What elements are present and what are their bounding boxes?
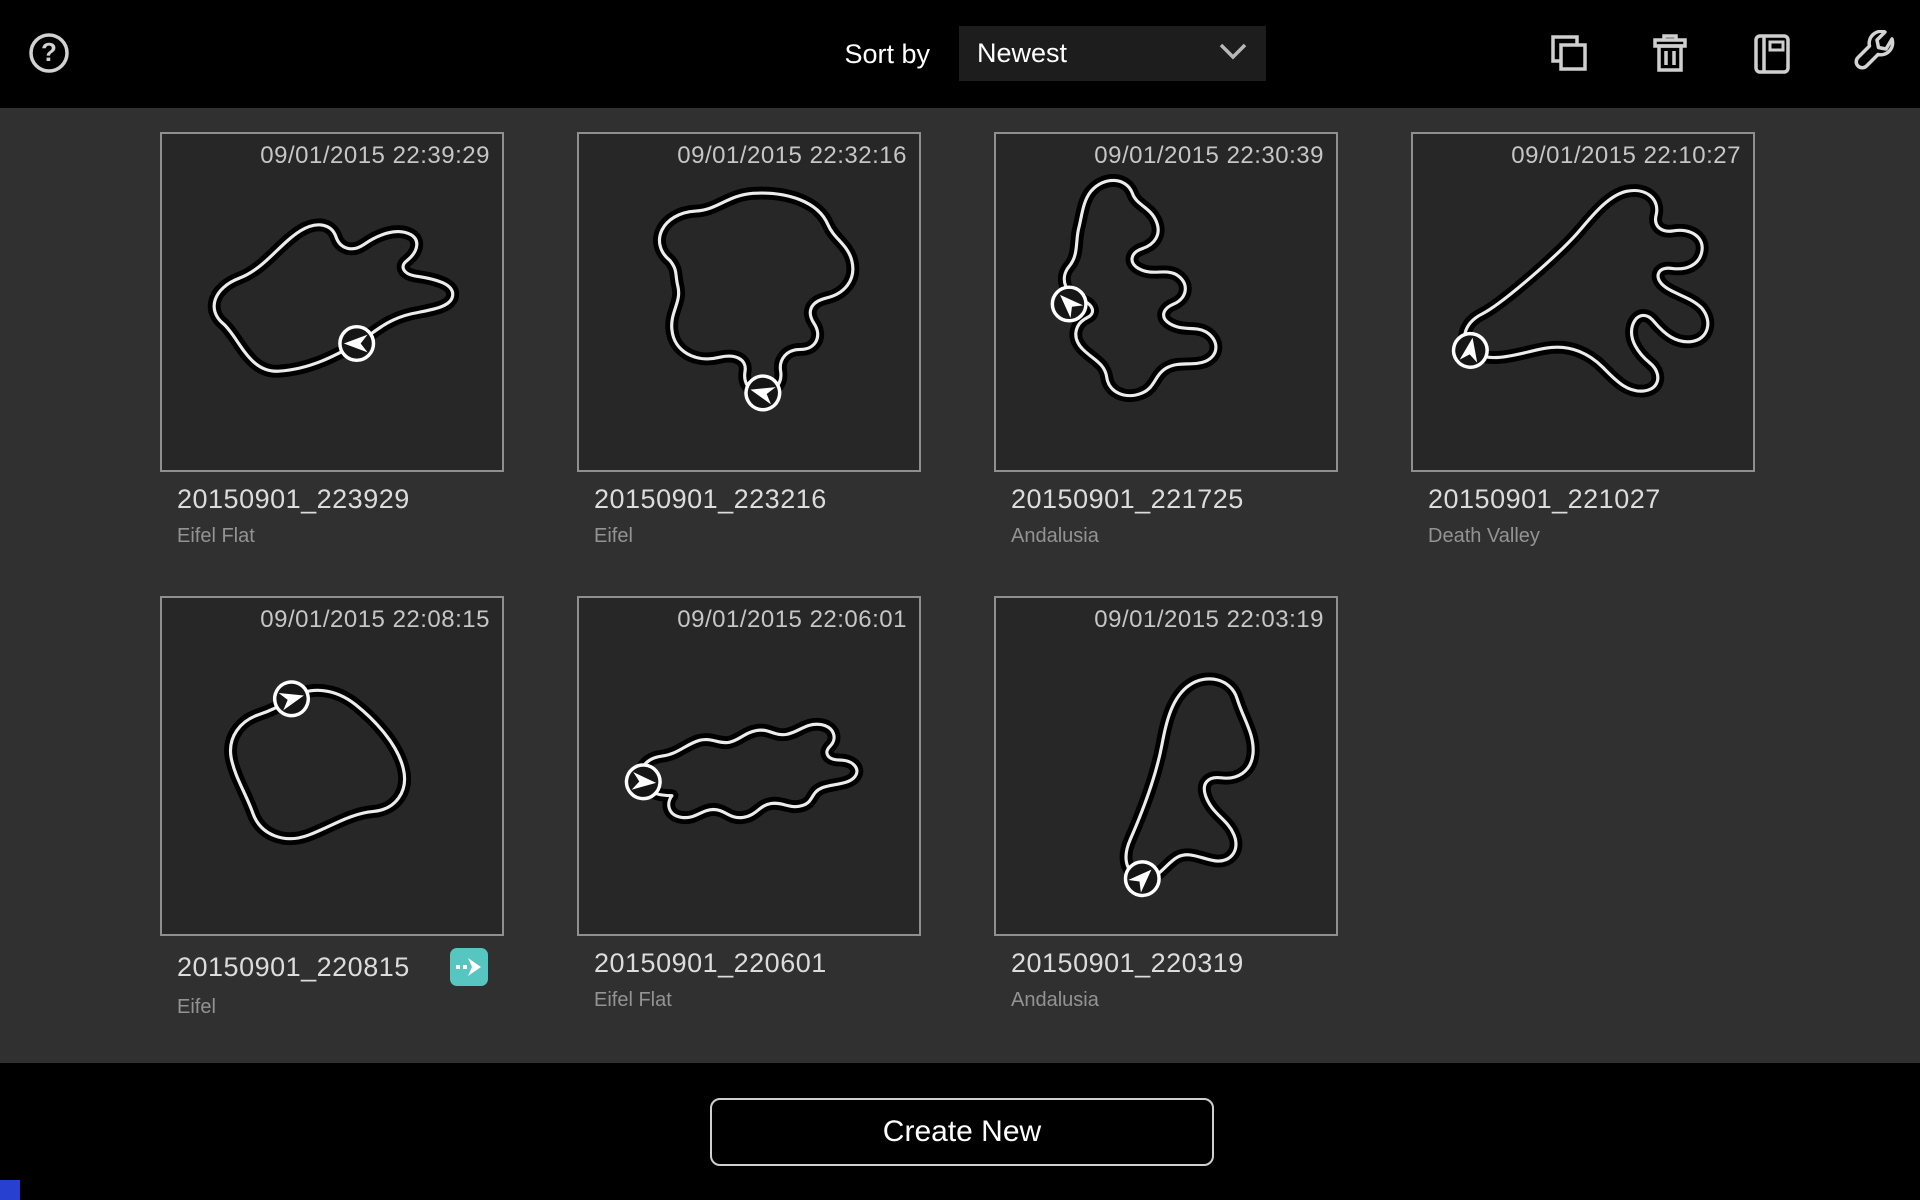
manual-book-icon[interactable] — [1748, 30, 1796, 78]
track-datetime: 09/01/2015 22:08:15 — [260, 606, 490, 634]
track-card: 09/01/2015 22:30:39 20150901_221725 Anda… — [994, 132, 1338, 548]
track-card: 09/01/2015 22:10:27 20150901_221027 Deat… — [1411, 132, 1755, 548]
start-marker-icon — [1451, 331, 1490, 370]
help-icon[interactable]: ? — [26, 30, 72, 76]
track-outline — [1413, 134, 1753, 470]
start-marker-icon — [340, 327, 374, 361]
trash-icon[interactable] — [1646, 30, 1694, 78]
track-datetime: 09/01/2015 22:06:01 — [677, 606, 907, 634]
track-datetime: 09/01/2015 22:39:29 — [260, 142, 490, 170]
track-datetime: 09/01/2015 22:03:19 — [1094, 606, 1324, 634]
track-datetime: 09/01/2015 22:30:39 — [1094, 142, 1324, 170]
corner-blue-square — [0, 1180, 20, 1200]
track-card: 09/01/2015 22:06:01 20150901_220601 Eife… — [577, 596, 921, 1012]
track-theme: Death Valley — [1428, 525, 1755, 548]
track-outline — [579, 598, 919, 934]
track-thumbnail[interactable]: 09/01/2015 22:06:01 — [577, 596, 921, 936]
track-name: 20150901_220815 — [177, 952, 410, 983]
create-new-button[interactable]: Create New — [710, 1098, 1214, 1166]
track-name: 20150901_221027 — [1428, 484, 1661, 515]
track-card: 09/01/2015 22:03:19 20150901_220319 Anda… — [994, 596, 1338, 1012]
track-theme: Eifel — [594, 525, 921, 548]
track-outline — [162, 134, 502, 470]
track-name: 20150901_223929 — [177, 484, 410, 515]
exported-arrow-badge-icon — [450, 948, 488, 986]
track-theme: Eifel Flat — [177, 525, 504, 548]
track-thumbnail[interactable]: 09/01/2015 22:30:39 — [994, 132, 1338, 472]
track-theme: Eifel — [177, 996, 504, 1019]
copy-icon[interactable] — [1544, 30, 1592, 78]
track-card: 09/01/2015 22:32:16 20150901_223216 Eife… — [577, 132, 921, 548]
track-thumbnail[interactable]: 09/01/2015 22:32:16 — [577, 132, 921, 472]
track-datetime: 09/01/2015 22:10:27 — [1511, 142, 1741, 170]
top-toolbar: ? Sort by Newest — [0, 0, 1920, 108]
track-name: 20150901_223216 — [594, 484, 827, 515]
track-name: 20150901_221725 — [1011, 484, 1244, 515]
track-outline — [162, 598, 502, 934]
track-outline — [996, 134, 1336, 470]
track-name: 20150901_220319 — [1011, 948, 1244, 979]
toolbar-actions — [1544, 0, 1898, 108]
bottom-toolbar: Create New — [0, 1063, 1920, 1200]
track-card: 09/01/2015 22:39:29 20150901_223929 Eife… — [160, 132, 504, 548]
track-name: 20150901_220601 — [594, 948, 827, 979]
chevron-down-icon — [1218, 42, 1248, 65]
track-card: 09/01/2015 22:08:15 20150901_220815 Eife… — [160, 596, 504, 1019]
track-theme: Andalusia — [1011, 989, 1338, 1012]
svg-text:?: ? — [41, 37, 57, 67]
sort-dropdown[interactable]: Newest — [959, 26, 1266, 81]
track-thumbnail[interactable]: 09/01/2015 22:10:27 — [1411, 132, 1755, 472]
sort-dropdown-value: Newest — [977, 38, 1218, 69]
track-theme: Andalusia — [1011, 525, 1338, 548]
track-datetime: 09/01/2015 22:32:16 — [677, 142, 907, 170]
sort-by-label: Sort by — [760, 0, 930, 108]
track-theme: Eifel Flat — [594, 989, 921, 1012]
settings-wrench-icon[interactable] — [1850, 30, 1898, 78]
track-outline — [579, 134, 919, 470]
track-thumbnail[interactable]: 09/01/2015 22:03:19 — [994, 596, 1338, 936]
track-thumbnail[interactable]: 09/01/2015 22:08:15 — [160, 596, 504, 936]
track-outline — [996, 598, 1336, 934]
start-marker-icon — [625, 764, 661, 800]
track-thumbnail[interactable]: 09/01/2015 22:39:29 — [160, 132, 504, 472]
